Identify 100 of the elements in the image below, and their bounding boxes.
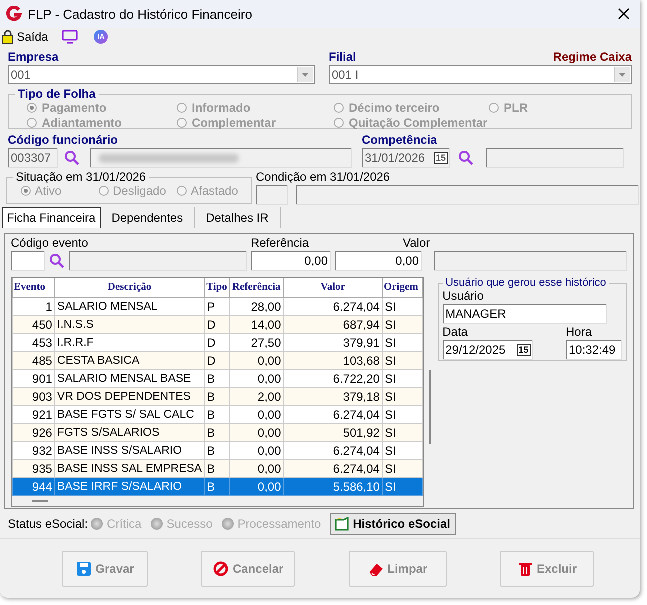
radio-button[interactable] bbox=[99, 186, 109, 196]
table-cell: 944 bbox=[12, 478, 55, 496]
table-cell: BASE INSS SAL EMPRESA bbox=[54, 460, 205, 478]
table-cell: B bbox=[204, 388, 230, 406]
event-code-field[interactable] bbox=[11, 251, 45, 271]
table-cell: B bbox=[204, 478, 230, 496]
radio-label: Desligado bbox=[113, 184, 166, 198]
table-cell: 6.274,04 bbox=[284, 460, 382, 478]
reference-field[interactable]: 0,00 bbox=[251, 251, 331, 271]
radio-label: Informado bbox=[192, 101, 251, 115]
table-cell: 379,18 bbox=[284, 388, 382, 406]
search-icon[interactable] bbox=[458, 150, 474, 166]
table-cell: SI bbox=[382, 424, 422, 442]
table-cell: 14,00 bbox=[229, 316, 284, 334]
table-cell: 2,00 bbox=[229, 388, 284, 406]
radio-button[interactable] bbox=[334, 103, 344, 113]
table-cell: SI bbox=[382, 460, 422, 478]
tab[interactable]: Ficha Financeira bbox=[2, 207, 101, 228]
history-button[interactable]: Histórico eSocial bbox=[330, 513, 456, 535]
status-option: Sucesso bbox=[166, 517, 213, 531]
user-field[interactable]: MANAGER bbox=[442, 304, 607, 324]
exit-button[interactable]: Saída bbox=[2, 30, 48, 44]
field-label: Código evento bbox=[11, 236, 90, 250]
column-header[interactable]: Descrição bbox=[54, 278, 205, 298]
column-header[interactable]: Origem bbox=[382, 278, 422, 298]
close-icon[interactable] bbox=[618, 8, 630, 20]
field-label: Valor bbox=[402, 236, 430, 250]
table-cell: 935 bbox=[12, 460, 55, 478]
field-label: Hora bbox=[566, 325, 594, 339]
monitor-icon[interactable] bbox=[62, 30, 78, 44]
table-cell: 501,92 bbox=[284, 424, 382, 442]
table-cell: 485 bbox=[12, 352, 55, 370]
field-label: Código funcionário bbox=[8, 133, 119, 147]
calendar-button[interactable]: 15 bbox=[516, 344, 531, 356]
table-cell: 103,68 bbox=[284, 352, 382, 370]
table-cell: SI bbox=[382, 478, 422, 496]
table-cell: CESTA BASICA bbox=[54, 352, 205, 370]
regime-label: Regime Caixa bbox=[553, 50, 632, 64]
status-light-icon bbox=[222, 518, 234, 530]
column-header[interactable]: Referência bbox=[229, 278, 284, 298]
status-label: Status eSocial: bbox=[8, 517, 88, 531]
status-option: Processamento bbox=[238, 517, 322, 531]
date-field[interactable]: 31/01/2026 15 bbox=[362, 148, 450, 168]
window-title: FLP - Cadastro do Histórico Financeiro bbox=[28, 6, 254, 22]
value-field[interactable]: 0,00 bbox=[335, 251, 422, 271]
table-cell: B bbox=[204, 460, 230, 478]
employee-code-field[interactable]: 003307 bbox=[8, 148, 58, 168]
field-label: Filial bbox=[329, 50, 356, 64]
radio-button[interactable] bbox=[177, 118, 187, 128]
table-cell: D bbox=[204, 352, 230, 370]
table-cell: SI bbox=[382, 316, 422, 334]
radio-label: Ativo bbox=[35, 184, 62, 198]
table-cell: 926 bbox=[12, 424, 55, 442]
radio-button[interactable] bbox=[334, 118, 344, 128]
radio-label: Afastado bbox=[191, 184, 238, 198]
table-cell: 450 bbox=[12, 316, 55, 334]
radio-button[interactable] bbox=[489, 103, 499, 113]
table-cell: 903 bbox=[12, 388, 55, 406]
radio-label: Décimo terceiro bbox=[349, 101, 440, 115]
status-option: Crítica bbox=[107, 517, 142, 531]
search-icon[interactable] bbox=[49, 253, 65, 269]
prohibition-icon bbox=[212, 560, 229, 576]
search-icon[interactable] bbox=[64, 150, 80, 166]
group-title: Situação em 31/01/2026 bbox=[15, 170, 148, 184]
radio-button[interactable] bbox=[27, 118, 37, 128]
column-header[interactable]: Tipo bbox=[204, 278, 230, 298]
radio-button[interactable] bbox=[177, 186, 187, 196]
table-cell: D bbox=[204, 316, 230, 334]
table-cell: 0,00 bbox=[229, 478, 284, 496]
branch-dropdown[interactable]: 001 I bbox=[329, 65, 632, 84]
group-title: Usuário que gerou esse histórico bbox=[444, 277, 608, 289]
radio-label: Quitação Complementar bbox=[349, 116, 488, 130]
date-field[interactable]: 29/12/2025 15 bbox=[442, 340, 533, 360]
status-light-icon bbox=[91, 518, 104, 530]
table-cell: SI bbox=[382, 352, 422, 370]
field-label: Condição em 31/01/2026 bbox=[256, 170, 392, 184]
radio-button[interactable] bbox=[27, 103, 37, 113]
caret-icon bbox=[302, 72, 309, 76]
table-cell: 0,00 bbox=[229, 352, 284, 370]
table-cell: 0,00 bbox=[229, 460, 284, 478]
radio-label: Complementar bbox=[192, 116, 276, 130]
radio-label: PLR bbox=[504, 101, 528, 115]
field-label: Empresa bbox=[8, 50, 60, 64]
table-cell: FGTS S/SALARIOS bbox=[54, 424, 205, 442]
company-dropdown[interactable]: 001 bbox=[8, 65, 315, 84]
column-header[interactable]: Evento bbox=[12, 278, 55, 298]
caret-icon bbox=[619, 72, 626, 76]
app-logo-icon bbox=[6, 6, 22, 22]
radio-button[interactable] bbox=[177, 103, 187, 113]
document-icon bbox=[335, 517, 350, 531]
field-label: Data bbox=[442, 325, 469, 339]
table-cell: 0,00 bbox=[229, 424, 284, 442]
table-cell: BASE IRRF S/SALARIO bbox=[54, 478, 205, 496]
table-cell: 687,94 bbox=[284, 316, 382, 334]
column-header[interactable]: Valor bbox=[284, 278, 382, 298]
radio-button[interactable] bbox=[21, 186, 31, 196]
field-label: Referência bbox=[251, 236, 310, 250]
calendar-button[interactable]: 15 bbox=[434, 152, 448, 164]
table-cell: B bbox=[204, 424, 230, 442]
time-field[interactable]: 10:32:49 bbox=[566, 340, 622, 360]
